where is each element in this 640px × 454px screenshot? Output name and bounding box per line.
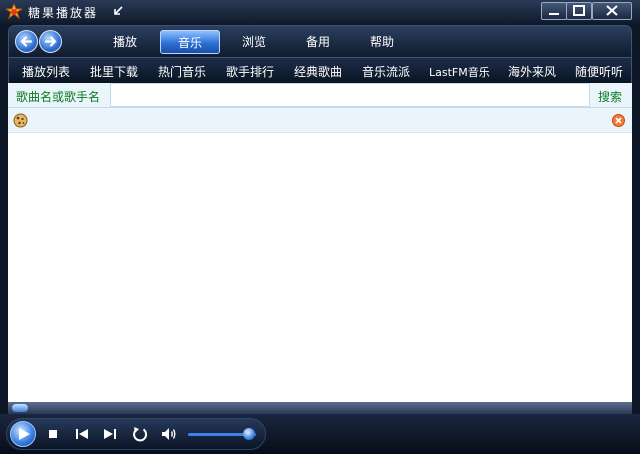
forward-arrow-icon: [44, 36, 57, 47]
search-label: 歌曲名或歌手名: [16, 90, 101, 104]
search-row: 歌曲名或歌手名 搜索: [8, 83, 632, 108]
tab-browse[interactable]: 浏览: [224, 30, 284, 54]
category-singer-ranking[interactable]: 歌手排行: [226, 63, 274, 80]
maximize-button[interactable]: [566, 2, 592, 20]
maximize-icon: [573, 5, 585, 16]
progress-thumb[interactable]: [12, 404, 28, 412]
play-icon: [19, 428, 30, 440]
tab-backup[interactable]: 备用: [288, 30, 348, 54]
close-icon: [606, 5, 618, 16]
category-music-genre[interactable]: 音乐流派: [362, 63, 410, 80]
nav-bar: 播放 音乐 浏览 备用 帮助: [8, 25, 632, 58]
song-list[interactable]: [8, 133, 632, 402]
back-button[interactable]: [15, 30, 38, 53]
category-random-listen[interactable]: 随便听听: [575, 63, 623, 80]
stop-icon[interactable]: [44, 425, 62, 443]
tab-music[interactable]: 音乐: [160, 30, 220, 54]
repeat-icon[interactable]: [131, 425, 149, 443]
window-title: 糖果播放器: [28, 6, 99, 20]
tab-play[interactable]: 播放: [95, 30, 155, 54]
close-button[interactable]: [592, 2, 632, 20]
minimize-button[interactable]: [541, 2, 567, 20]
category-playlist[interactable]: 播放列表: [22, 63, 70, 80]
next-icon[interactable]: [101, 425, 119, 443]
candy-app-icon: [6, 4, 22, 20]
category-lastfm[interactable]: LastFM音乐: [429, 64, 490, 80]
title-bar[interactable]: 糖果播放器: [0, 0, 640, 24]
category-overseas[interactable]: 海外来风: [508, 63, 556, 80]
app-window: 糖果播放器 播放 音乐 浏览 备用 帮助 播放列表 批里下载 热门音乐 歌手排行…: [0, 0, 640, 454]
tab-help[interactable]: 帮助: [352, 30, 412, 54]
previous-icon[interactable]: [73, 425, 91, 443]
search-input[interactable]: [110, 83, 590, 107]
volume-icon[interactable]: [160, 425, 178, 443]
category-hot-music[interactable]: 热门音乐: [158, 63, 206, 80]
progress-bar[interactable]: [8, 402, 632, 414]
back-arrow-icon: [20, 36, 33, 47]
close-circle-icon[interactable]: [612, 114, 625, 127]
play-button[interactable]: [10, 421, 36, 447]
player-controls: [0, 414, 640, 454]
forward-button[interactable]: [39, 30, 62, 53]
mini-mode-icon[interactable]: [110, 5, 124, 19]
cookie-icon: [13, 113, 28, 128]
minimize-icon: [549, 13, 559, 15]
category-classic-songs[interactable]: 经典歌曲: [294, 63, 342, 80]
category-bar: 播放列表 批里下载 热门音乐 歌手排行 经典歌曲 音乐流派 LastFM音乐 海…: [8, 58, 632, 83]
search-button[interactable]: 搜索: [598, 88, 622, 105]
result-header: [8, 108, 632, 133]
category-batch-download[interactable]: 批里下载: [90, 63, 138, 80]
